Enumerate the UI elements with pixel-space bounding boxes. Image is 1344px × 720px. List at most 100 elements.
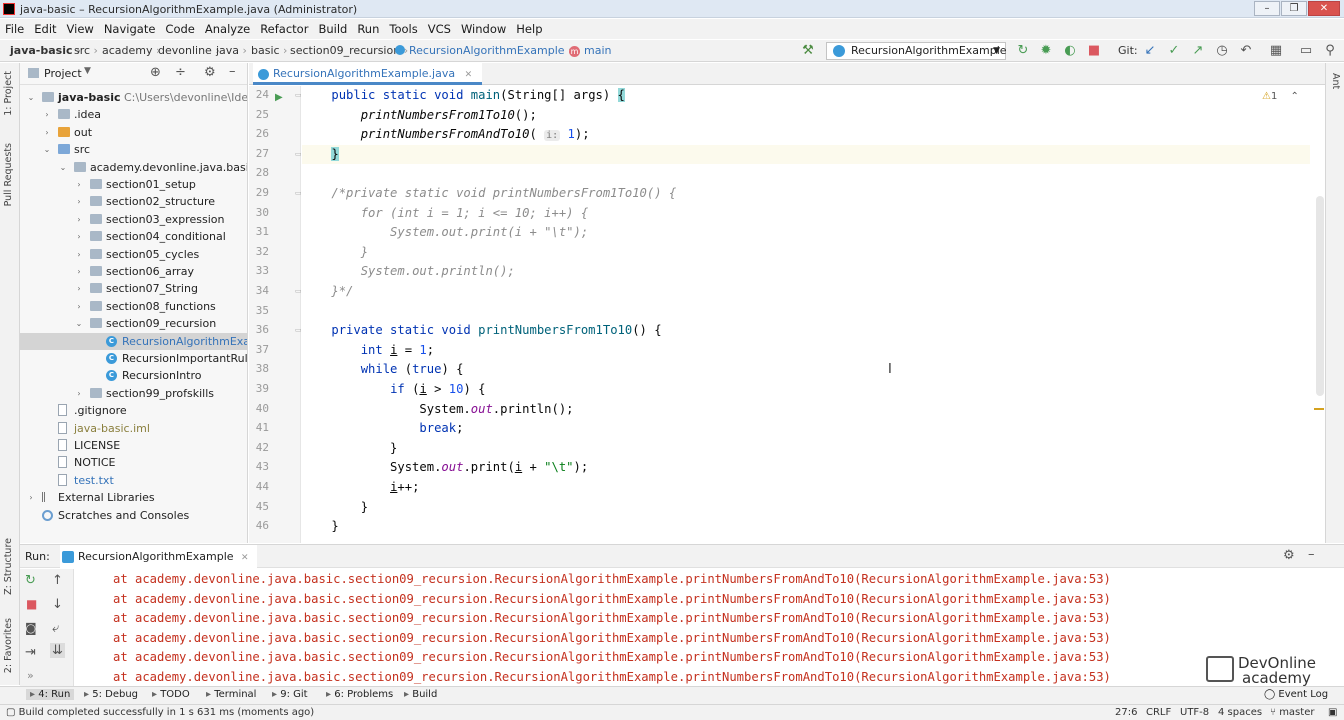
tree-node[interactable]: › section02_structure [20, 193, 247, 210]
chevron-down-icon[interactable]: ▼ [84, 66, 91, 76]
breadcrumb-item[interactable]: java › [216, 44, 247, 57]
menu-item-help[interactable]: Help [511, 19, 547, 39]
chevron-right-icon[interactable]: › [42, 124, 52, 141]
breadcrumb-item[interactable]: academy › [102, 44, 160, 57]
fold-icon[interactable]: ▭ [295, 150, 302, 158]
menu-item-window[interactable]: Window [456, 19, 511, 39]
code-line[interactable]: if (i > 10) { [302, 380, 1310, 400]
tree-node[interactable]: ⌄ academy.devonline.java.basic [20, 159, 247, 176]
soft-wrap-icon[interactable]: ⤶ [52, 621, 59, 636]
fold-icon[interactable]: ▭ [295, 189, 302, 197]
code-line[interactable]: } [302, 144, 1310, 165]
indent-setting[interactable]: 4 spaces [1218, 707, 1262, 718]
tree-node[interactable]: C RecursionIntro [20, 367, 247, 384]
fold-icon[interactable]: ▭ [295, 287, 302, 295]
layout-icon[interactable]: ▭ [1298, 43, 1314, 59]
chevron-down-icon[interactable]: ⌄ [26, 89, 36, 106]
gear-icon[interactable]: ⚙ [204, 65, 216, 80]
project-tool-tab[interactable]: 1: Project [3, 71, 14, 116]
menu-item-code[interactable]: Code [160, 19, 199, 39]
chevron-down-icon[interactable]: ⌄ [58, 159, 68, 176]
fold-icon[interactable]: ▭ [295, 326, 302, 334]
rollback-icon[interactable]: ↶ [1238, 43, 1254, 59]
tool-window-problems[interactable]: ▸ 6: Problems [326, 689, 393, 700]
run-gutter-icon[interactable]: ▶ [275, 92, 283, 103]
code-line[interactable]: System.out.print(i + "\t"); [302, 223, 1310, 243]
tree-node[interactable]: › External Libraries [20, 489, 247, 506]
pull-requests-tool-tab[interactable]: Pull Requests [3, 143, 14, 206]
debug-icon[interactable]: ✹ [1038, 43, 1054, 59]
menu-item-file[interactable]: File [0, 19, 29, 39]
console-output[interactable]: at academy.devonline.java.basic.section0… [75, 569, 1344, 686]
chevron-down-icon[interactable]: ⌄ [74, 315, 84, 332]
rerun-icon[interactable]: ↻ [1015, 43, 1031, 59]
git-update-icon[interactable]: ↙ [1142, 43, 1158, 59]
minimize-button[interactable]: – [1254, 1, 1280, 16]
build-hammer-icon[interactable]: ⚒ [800, 43, 816, 59]
favorites-tool-tab[interactable]: 2: Favorites [3, 618, 14, 673]
hide-panel-icon[interactable]: – [1308, 547, 1315, 562]
breadcrumb-item[interactable]: java-basic › [10, 44, 81, 57]
line-separator[interactable]: CRLF [1146, 707, 1171, 718]
menu-item-analyze[interactable]: Analyze [200, 19, 255, 39]
git-commit-icon[interactable]: ✓ [1166, 43, 1182, 59]
tree-node[interactable]: › section04_conditional [20, 228, 247, 245]
tree-node[interactable]: › section08_functions [20, 298, 247, 315]
editor-tab[interactable]: RecursionAlgorithmExample.java ✕ [253, 63, 483, 85]
tree-node[interactable]: › section06_array [20, 263, 247, 280]
file-encoding[interactable]: UTF-8 [1180, 707, 1209, 718]
tree-node[interactable]: ⌄ section09_recursion [20, 315, 247, 332]
menu-item-build[interactable]: Build [313, 19, 352, 39]
run-tab[interactable]: RecursionAlgorithmExample ✕ [60, 545, 257, 569]
tree-node[interactable]: › section99_profskills [20, 385, 247, 402]
breadcrumb-item[interactable]: basic › [251, 44, 287, 57]
previous-highlight-icon[interactable]: ⌃ [1291, 91, 1299, 102]
code-line[interactable]: i++; [302, 478, 1310, 498]
code-line[interactable]: System.out.println(); [302, 400, 1310, 420]
code-editor[interactable]: public static void main(String[] args) {… [302, 86, 1310, 543]
code-line[interactable]: }*/ [302, 282, 1310, 302]
breadcrumb-item[interactable]: m main [569, 44, 611, 57]
hide-panel-icon[interactable]: – [229, 64, 236, 79]
code-line[interactable]: } [302, 517, 1310, 537]
down-arrow-icon[interactable]: ↓ [52, 597, 63, 612]
tree-node[interactable]: › out [20, 124, 247, 141]
locate-icon[interactable]: ⊕ [150, 65, 161, 80]
more-icon[interactable]: » [27, 669, 34, 682]
git-branch[interactable]: ⑂ master [1270, 707, 1314, 718]
history-icon[interactable]: ◷ [1214, 43, 1230, 59]
scroll-to-end-icon[interactable]: ⇊ [50, 643, 65, 658]
code-line[interactable]: private static void printNumbersFrom1To1… [302, 321, 1310, 341]
editor-scrollbar[interactable] [1310, 86, 1325, 543]
code-line[interactable]: printNumbersFrom1To10(); [302, 106, 1310, 126]
tree-node[interactable]: C RecursionImportantRule [20, 350, 247, 367]
tree-node[interactable]: C RecursionAlgorithmExampl [20, 332, 247, 350]
code-line[interactable]: break; [302, 419, 1310, 439]
chevron-right-icon[interactable]: › [74, 246, 84, 263]
tree-node[interactable]: › section01_setup [20, 176, 247, 193]
tree-node[interactable]: › section07_String [20, 280, 247, 297]
tree-node[interactable]: java-basic.iml [20, 420, 247, 437]
chevron-right-icon[interactable]: › [74, 228, 84, 245]
menu-item-refactor[interactable]: Refactor [255, 19, 313, 39]
close-window-button[interactable]: ✕ [1308, 1, 1340, 16]
tool-window-build[interactable]: ▸ Build [404, 689, 437, 700]
tool-window-git[interactable]: ▸ 9: Git [272, 689, 308, 700]
menu-item-run[interactable]: Run [352, 19, 384, 39]
maximize-button[interactable]: ❐ [1281, 1, 1307, 16]
chevron-right-icon[interactable]: › [74, 263, 84, 280]
tree-node[interactable]: NOTICE [20, 454, 247, 471]
caret-position[interactable]: 27:6 [1115, 707, 1137, 718]
close-tab-icon[interactable]: ✕ [465, 70, 473, 80]
menu-item-vcs[interactable]: VCS [423, 19, 456, 39]
fold-icon[interactable]: ▭ [295, 91, 302, 99]
tree-node[interactable]: › section05_cycles [20, 246, 247, 263]
structure-tool-tab[interactable]: Z: Structure [3, 538, 14, 595]
code-line[interactable]: System.out.print(i + "\t"); [302, 458, 1310, 478]
rerun-icon[interactable]: ↻ [25, 573, 36, 588]
code-line[interactable]: System.out.println(); [302, 262, 1310, 282]
run-configuration-select[interactable]: RecursionAlgorithmExample ▼ [826, 42, 1007, 60]
tree-node[interactable]: ⌄ src [20, 141, 247, 158]
chevron-right-icon[interactable]: › [74, 211, 84, 228]
menu-item-edit[interactable]: Edit [29, 19, 61, 39]
